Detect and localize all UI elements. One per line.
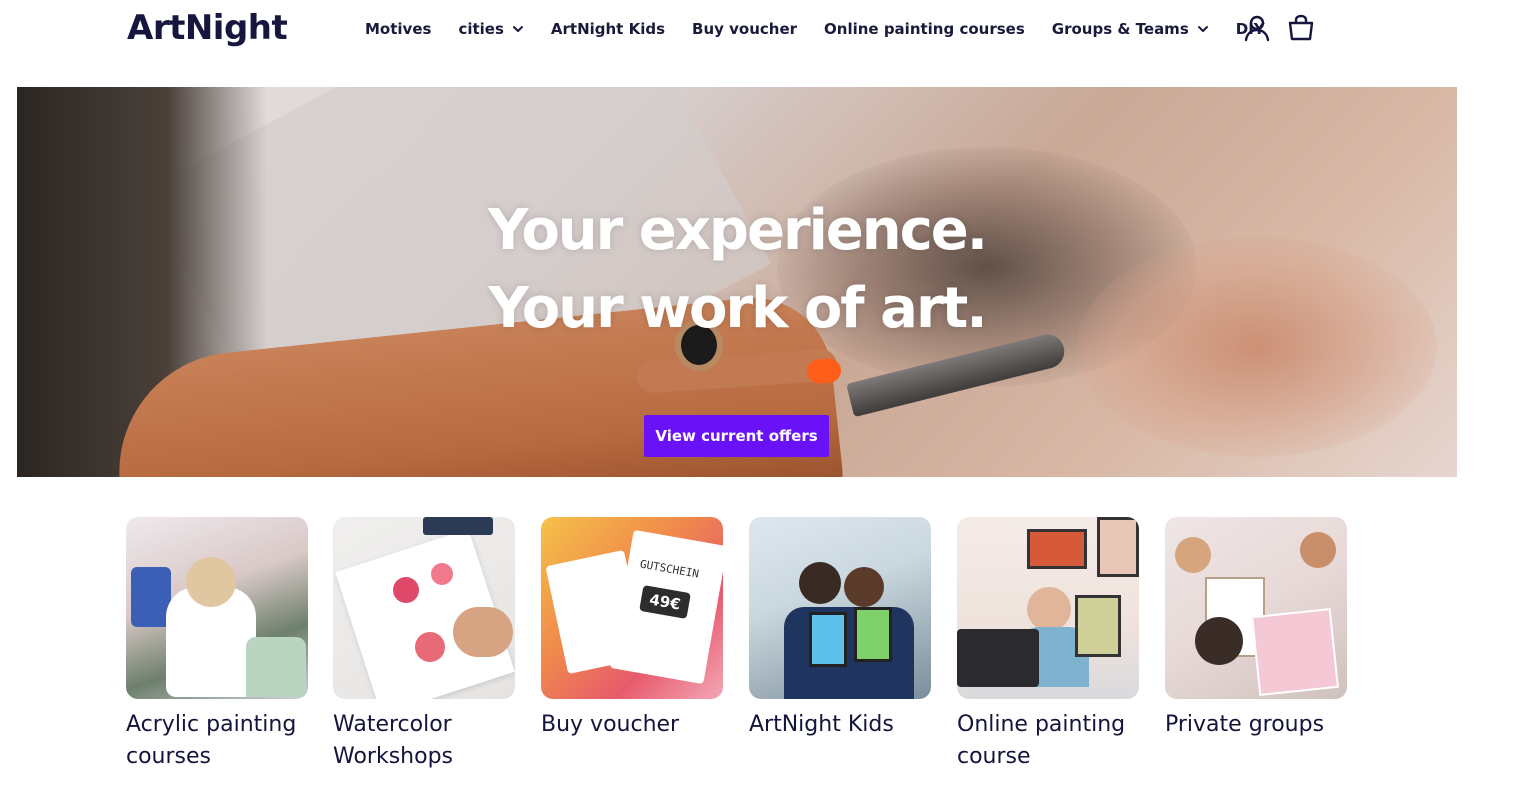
category-card-acrylic[interactable]: Acrylic painting courses bbox=[126, 517, 316, 773]
category-card-online-course[interactable]: Online painting course bbox=[957, 517, 1147, 773]
hero-nail bbox=[806, 357, 842, 385]
category-image[interactable] bbox=[1165, 517, 1347, 699]
category-title[interactable]: Watercolor Workshops bbox=[333, 709, 533, 773]
user-icon[interactable] bbox=[1243, 14, 1271, 42]
artnight-logo[interactable]: ArtNight bbox=[127, 8, 288, 48]
nav-item-cities[interactable]: cities bbox=[458, 20, 523, 38]
nav-item-label: Groups & Teams bbox=[1051, 20, 1189, 38]
site-header: ArtNight Motives cities ArtNight Kids Bu… bbox=[0, 0, 1522, 60]
category-image[interactable]: GUTSCHEIN 49€ bbox=[541, 517, 723, 699]
category-title[interactable]: Acrylic painting courses bbox=[126, 709, 326, 773]
nav-item-label: Buy voucher bbox=[692, 20, 798, 38]
shopping-bag-icon[interactable] bbox=[1287, 14, 1315, 42]
category-title[interactable]: Buy voucher bbox=[541, 709, 741, 741]
category-list: Acrylic painting courses Watercolor Work… bbox=[0, 517, 1522, 792]
hero-title-line: Your experience. bbox=[487, 198, 988, 263]
nav-item-online-painting-courses[interactable]: Online painting courses bbox=[824, 20, 1025, 38]
voucher-heading: GUTSCHEIN bbox=[638, 557, 700, 581]
category-title[interactable]: Private groups bbox=[1165, 709, 1365, 741]
hero-banner: Your experience. Your work of art. View … bbox=[17, 87, 1457, 477]
category-image[interactable] bbox=[957, 517, 1139, 699]
category-image[interactable] bbox=[749, 517, 931, 699]
category-card-voucher[interactable]: GUTSCHEIN 49€ Buy voucher bbox=[541, 517, 731, 741]
category-title[interactable]: Online painting course bbox=[957, 709, 1157, 773]
category-card-private-groups[interactable]: Private groups bbox=[1165, 517, 1355, 741]
category-title[interactable]: ArtNight Kids bbox=[749, 709, 949, 741]
hero-title: Your experience. Your work of art. bbox=[17, 192, 1457, 348]
view-offers-button[interactable]: View current offers bbox=[644, 415, 829, 457]
nav-item-label: cities bbox=[458, 20, 504, 38]
nav-item-artnight-kids[interactable]: ArtNight Kids bbox=[551, 20, 665, 38]
nav-item-label: Motives bbox=[365, 20, 432, 38]
nav-item-motives[interactable]: Motives bbox=[365, 20, 431, 38]
main-nav: Motives cities ArtNight Kids Buy voucher… bbox=[365, 20, 1292, 38]
nav-item-groups-teams[interactable]: Groups & Teams bbox=[1052, 20, 1209, 38]
chevron-down-icon bbox=[512, 23, 524, 35]
category-card-watercolor[interactable]: Watercolor Workshops bbox=[333, 517, 523, 773]
category-image[interactable] bbox=[126, 517, 308, 699]
nav-item-buy-voucher[interactable]: Buy voucher bbox=[692, 20, 797, 38]
hero-title-line: Your work of art. bbox=[488, 276, 987, 341]
nav-item-label: ArtNight Kids bbox=[550, 20, 666, 38]
category-card-kids[interactable]: ArtNight Kids bbox=[749, 517, 939, 741]
chevron-down-icon bbox=[1197, 23, 1209, 35]
nav-item-label: Online painting courses bbox=[824, 20, 1025, 38]
category-image[interactable] bbox=[333, 517, 515, 699]
